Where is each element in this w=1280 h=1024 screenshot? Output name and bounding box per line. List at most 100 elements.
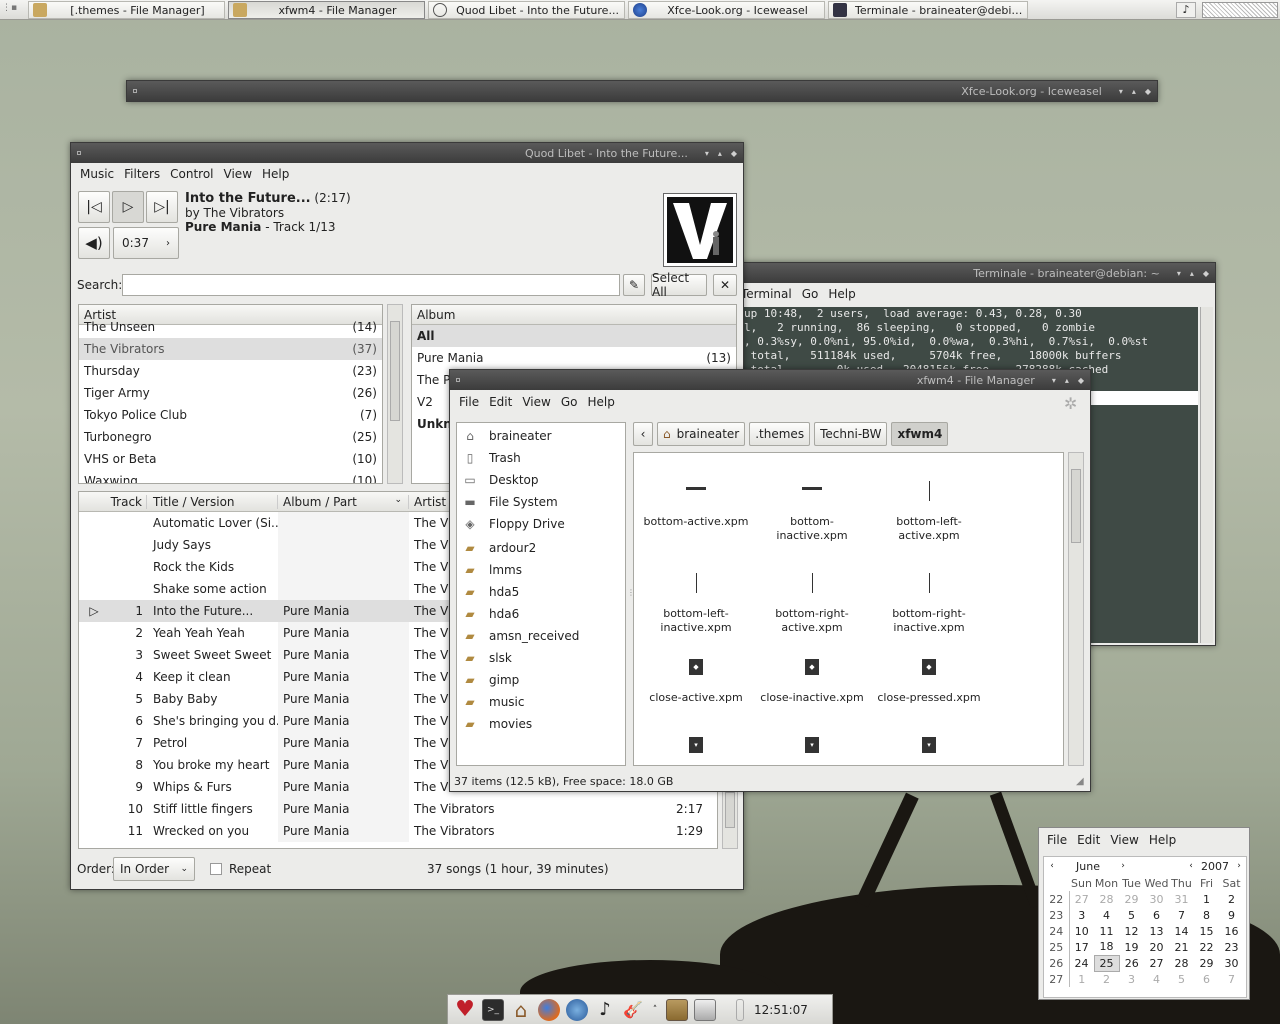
minimize-icon[interactable]: ▾ xyxy=(1177,269,1181,278)
menu-file[interactable]: File xyxy=(1042,833,1072,847)
calendar-day[interactable]: 2 xyxy=(1094,971,1119,987)
calendar-widget[interactable]: ‹ June › ‹ 2007 › Sun Mon Tue Wed Thu Fri Sat 2… xyxy=(1043,856,1247,998)
next-year-icon[interactable]: › xyxy=(1232,861,1246,871)
calendar-day[interactable]: 11 xyxy=(1094,923,1119,939)
place-item[interactable]: ▭ Desktop xyxy=(457,469,625,491)
task-quodlibet[interactable]: Quod Libet - Into the Future... xyxy=(428,1,625,19)
place-item[interactable]: ▰ ardour2 xyxy=(457,537,625,559)
calendar-day[interactable]: 27 xyxy=(1144,955,1169,971)
menu-help[interactable]: Help xyxy=(582,395,619,409)
prev-year-icon[interactable]: ‹ xyxy=(1184,861,1198,871)
calendar-day[interactable]: 29 xyxy=(1119,891,1144,907)
terminal-launcher-icon[interactable]: >_ xyxy=(482,998,504,1021)
calendar-day[interactable]: 12 xyxy=(1119,923,1144,939)
file-item[interactable]: bottom-right- active.xpm xyxy=(757,573,867,635)
tray-quodlibet-icon[interactable]: ♪ xyxy=(1176,2,1196,18)
calendar-day[interactable]: 28 xyxy=(1094,891,1119,907)
places-sidebar[interactable]: ⌂ braineater ▯ Trash ▭ Desktop ▬ File System ◈ Fl… xyxy=(456,422,626,766)
path-segment[interactable]: .themes xyxy=(749,422,811,446)
menu-terminal[interactable]: Terminal xyxy=(736,287,797,301)
maximize-icon[interactable]: ▴ xyxy=(1065,376,1069,385)
place-item[interactable]: ▰ hda6 xyxy=(457,603,625,625)
menu-help[interactable]: Help xyxy=(823,287,860,301)
home-launcher-icon[interactable]: ⌂ xyxy=(510,999,532,1021)
artist-row[interactable]: VHS or Beta (10) xyxy=(79,448,382,470)
minimize-icon[interactable]: ▾ xyxy=(1119,87,1123,96)
file-item[interactable]: ◆ close-active.xpm xyxy=(641,659,751,705)
calendar-day[interactable]: 8 xyxy=(1194,907,1219,923)
menu-help[interactable]: Help xyxy=(257,167,294,181)
calendar-day[interactable]: 5 xyxy=(1169,971,1194,987)
calendar-day[interactable]: 14 xyxy=(1169,923,1194,939)
file-item[interactable]: ◆ close-inactive.xpm xyxy=(757,659,867,705)
guitar-launcher-icon[interactable]: 🎸 xyxy=(622,999,644,1021)
menu-filters[interactable]: Filters xyxy=(119,167,165,181)
taskbar-handle-icon[interactable]: ⋮▪ xyxy=(2,3,24,17)
close-icon[interactable]: ◆ xyxy=(1203,269,1209,278)
quodlibet-titlebar[interactable]: Quod Libet - Into the Future... ▾ ▴ ◆ xyxy=(71,143,743,163)
calendar-day[interactable]: 3 xyxy=(1119,971,1144,987)
song-row[interactable]: 10 Stiff little fingers Pure Mania The Vibr… xyxy=(79,798,717,820)
calendar-day[interactable]: 17 xyxy=(1069,939,1094,955)
calendar-day[interactable]: 30 xyxy=(1144,891,1169,907)
heart-icon[interactable]: ♥ xyxy=(454,998,476,1021)
calendar-day[interactable]: 4 xyxy=(1094,907,1119,923)
calendar-day[interactable]: 16 xyxy=(1219,923,1244,939)
play-button[interactable]: ▷ xyxy=(112,191,144,223)
song-row[interactable]: 11 Wrecked on you Pure Mania The Vibrators 1… xyxy=(79,820,717,842)
calendar-day[interactable]: 29 xyxy=(1194,955,1219,971)
place-item[interactable]: ▬ File System xyxy=(457,491,625,513)
calendar-day[interactable]: 3 xyxy=(1069,907,1094,923)
minimize-icon[interactable]: ▾ xyxy=(1052,376,1056,385)
artist-scrollbar[interactable] xyxy=(387,304,403,484)
calendar-day[interactable]: 7 xyxy=(1219,971,1244,987)
artist-row[interactable]: Thursday (23) xyxy=(79,360,382,382)
close-icon[interactable]: ◆ xyxy=(1078,376,1084,385)
task-xfwm4-file-manager[interactable]: xfwm4 - File Manager xyxy=(228,1,425,19)
place-item[interactable]: ⌂ braineater xyxy=(457,425,625,447)
archive-launcher-icon[interactable] xyxy=(666,998,688,1021)
artist-row[interactable]: Tokyo Police Club (7) xyxy=(79,404,382,426)
close-icon[interactable]: ◆ xyxy=(1145,87,1151,96)
calendar-day[interactable]: 19 xyxy=(1119,939,1144,955)
file-item[interactable]: ◆ close-pressed.xpm xyxy=(874,659,984,705)
menu-edit[interactable]: Edit xyxy=(484,395,517,409)
album-row[interactable]: All xyxy=(412,325,736,347)
clear-search-button[interactable]: ✎ xyxy=(623,274,645,296)
album-row[interactable]: Pure Mania (13) xyxy=(412,347,736,369)
calendar-day[interactable]: 22 xyxy=(1194,939,1219,955)
panel-clock[interactable]: 12:51:07 xyxy=(754,1003,808,1017)
place-item[interactable]: ▯ Trash xyxy=(457,447,625,469)
album-column-header[interactable]: Album / Part ⌄ xyxy=(278,494,409,509)
artist-row[interactable]: The Vibrators (37) xyxy=(79,338,382,360)
calendar-day[interactable]: 18 xyxy=(1094,939,1119,955)
place-item[interactable]: ▰ hda5 xyxy=(457,581,625,603)
file-view-scrollbar[interactable] xyxy=(1068,452,1084,766)
artist-row[interactable]: Turbonegro (25) xyxy=(79,426,382,448)
calendar-day[interactable]: 21 xyxy=(1169,939,1194,955)
place-item[interactable]: ▰ lmms xyxy=(457,559,625,581)
calendar-day[interactable]: 20 xyxy=(1144,939,1169,955)
place-item[interactable]: ◈ Floppy Drive xyxy=(457,513,625,535)
maximize-icon[interactable]: ▴ xyxy=(1190,269,1194,278)
calendar-day[interactable]: 31 xyxy=(1169,891,1194,907)
task-terminal[interactable]: Terminale - braineater@debian... xyxy=(828,1,1028,19)
calendar-day[interactable]: 10 xyxy=(1069,923,1094,939)
menu-help[interactable]: Help xyxy=(1144,833,1181,847)
previous-button[interactable]: |◁ xyxy=(78,191,110,223)
quodlibet-launcher-icon[interactable]: ♪ xyxy=(594,999,616,1021)
calendar-day[interactable]: 6 xyxy=(1144,907,1169,923)
window-menu-icon[interactable] xyxy=(77,151,81,155)
title-column-header[interactable]: Title / Version xyxy=(147,494,278,509)
menu-control[interactable]: Control xyxy=(165,167,218,181)
terminal-scrollbar[interactable] xyxy=(1200,307,1213,643)
place-item[interactable]: ▰ slsk xyxy=(457,647,625,669)
prev-month-icon[interactable]: ‹ xyxy=(1044,861,1060,871)
seek-button[interactable]: 0:37 › xyxy=(113,227,179,259)
album-cover[interactable] xyxy=(663,193,737,267)
menu-file[interactable]: File xyxy=(454,395,484,409)
calendar-day[interactable]: 15 xyxy=(1194,923,1219,939)
window-menu-icon[interactable] xyxy=(133,89,137,93)
file-icon-view[interactable]: bottom-active.xpm bottom- inactive.xpm bot… xyxy=(633,452,1064,766)
file-item[interactable]: bottom-right- inactive.xpm xyxy=(874,573,984,635)
